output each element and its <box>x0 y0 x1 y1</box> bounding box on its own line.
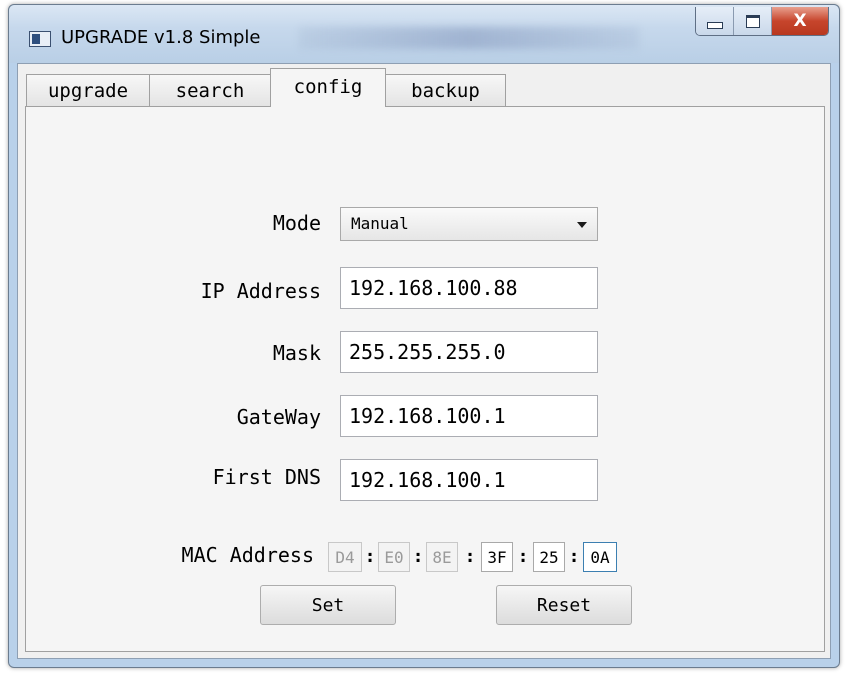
reset-button[interactable]: Reset <box>496 585 632 625</box>
first-dns-input[interactable] <box>340 459 598 501</box>
app-window: UPGRADE v1.8 Simple X upgrade search con… <box>8 4 840 668</box>
gateway-input[interactable] <box>340 395 598 437</box>
dropdown-arrow-icon <box>577 222 587 228</box>
mask-input[interactable] <box>340 331 598 373</box>
mode-dropdown[interactable]: Manual <box>340 207 598 241</box>
mac-octet-4[interactable] <box>481 542 513 572</box>
maximize-button[interactable] <box>734 7 772 35</box>
app-icon <box>29 31 51 47</box>
mac-separator: : <box>364 545 376 567</box>
tab-search[interactable]: search <box>149 74 271 106</box>
mac-octet-5[interactable] <box>533 542 565 572</box>
mode-label: Mode <box>272 211 321 235</box>
config-panel: Mode Manual IP Address Mask GateWay Firs… <box>25 106 825 652</box>
close-icon: X <box>793 11 807 31</box>
close-button[interactable]: X <box>772 7 828 35</box>
ip-address-input[interactable] <box>340 267 598 309</box>
gateway-label: GateWay <box>236 405 321 429</box>
tab-backup[interactable]: backup <box>385 74 506 106</box>
minimize-button[interactable] <box>696 7 734 35</box>
set-button[interactable]: Set <box>260 585 396 625</box>
maximize-icon <box>745 14 760 28</box>
minimize-icon <box>706 21 723 29</box>
mac-address-label: MAC Address <box>181 543 314 567</box>
mac-octet-6[interactable] <box>583 542 617 572</box>
window-controls: X <box>695 7 829 36</box>
first-dns-label: First DNS <box>212 465 321 489</box>
title-bar[interactable]: UPGRADE v1.8 Simple X <box>9 5 839 63</box>
client-area: upgrade search config backup Mode Manual… <box>17 63 831 659</box>
mac-octet-3[interactable] <box>426 542 458 572</box>
mac-separator: : <box>568 545 580 567</box>
tab-config[interactable]: config <box>270 68 386 107</box>
mode-selected-value: Manual <box>351 214 409 233</box>
mac-separator: : <box>464 545 476 567</box>
window-title: UPGRADE v1.8 Simple <box>61 27 261 48</box>
ip-address-label: IP Address <box>200 279 321 303</box>
mac-separator: : <box>517 545 529 567</box>
mac-separator: : <box>412 545 424 567</box>
mask-label: Mask <box>272 341 321 365</box>
blurred-title-region <box>299 27 639 49</box>
tab-upgrade[interactable]: upgrade <box>26 74 150 106</box>
mac-octet-2[interactable] <box>378 542 410 572</box>
mac-octet-1[interactable] <box>328 542 362 572</box>
